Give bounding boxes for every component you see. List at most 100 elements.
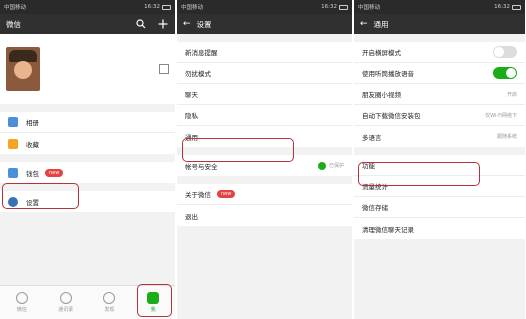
gear-icon bbox=[8, 196, 18, 207]
tab-chats[interactable]: 微信 bbox=[0, 286, 44, 319]
general-item-auto-download[interactable]: 自动下载微信安装包 仅Wi-Fi网络下 bbox=[354, 105, 525, 126]
settings-item-chat[interactable]: 聊天 bbox=[177, 84, 352, 105]
settings-item-account-security[interactable]: 帐号与安全 已保护 bbox=[177, 155, 352, 176]
general-item-data-usage[interactable]: 流量统计 bbox=[354, 176, 525, 197]
settings-item-logout[interactable]: 退出 bbox=[177, 205, 352, 226]
new-badge: new bbox=[45, 168, 64, 177]
general-item-clear-chat[interactable]: 清理微信聊天记录 bbox=[354, 218, 525, 239]
menu-item-label: 相册 bbox=[26, 119, 39, 127]
earpiece-toggle[interactable] bbox=[493, 67, 517, 79]
status-bar: 中国移动 16:32 bbox=[0, 0, 175, 14]
tab-discover[interactable]: 发现 bbox=[88, 286, 132, 319]
new-badge: new bbox=[217, 190, 236, 198]
menu-group-1: 相册 收藏 bbox=[0, 112, 175, 154]
menu-item-wallet[interactable]: 钱包 new bbox=[0, 162, 175, 183]
title-bar: ← 通用 bbox=[354, 14, 525, 34]
menu-item-label: 钱包 bbox=[26, 169, 39, 178]
search-icon[interactable] bbox=[135, 18, 147, 30]
carrier-label: 中国移动 bbox=[181, 5, 204, 11]
tab-label: 微信 bbox=[16, 307, 27, 313]
general-item-label: 自动下载微信安装包 bbox=[362, 112, 421, 120]
carrier-label: 中国移动 bbox=[4, 5, 27, 11]
menu-group-2: 钱包 new bbox=[0, 162, 175, 183]
settings-item-do-not-disturb[interactable]: 勿扰模式 bbox=[177, 63, 352, 84]
menu-item-label: 设置 bbox=[26, 198, 39, 207]
back-arrow-icon[interactable]: ← bbox=[360, 19, 368, 29]
menu-item-album[interactable]: 相册 bbox=[0, 112, 175, 133]
settings-item-notifications[interactable]: 新消息提醒 bbox=[177, 42, 352, 63]
contacts-icon bbox=[59, 292, 72, 304]
avatar bbox=[6, 47, 40, 91]
settings-item-label: 关于微信 bbox=[185, 191, 211, 199]
general-item-label: 使用听筒播放语音 bbox=[362, 70, 414, 78]
general-item-landscape[interactable]: 开启横屏模式 bbox=[354, 42, 525, 63]
menu-group-3: 设置 bbox=[0, 191, 175, 212]
settings-item-about[interactable]: 关于微信 new bbox=[177, 184, 352, 205]
tab-me[interactable]: 我 bbox=[131, 286, 175, 319]
general-item-language[interactable]: 多语言 跟随系统 bbox=[354, 126, 525, 147]
general-item-label: 朋友圈小视频 bbox=[362, 91, 401, 99]
qr-code-icon bbox=[159, 64, 169, 74]
album-icon bbox=[8, 117, 18, 127]
settings-item-general[interactable]: 通用 bbox=[177, 126, 352, 147]
plus-icon[interactable] bbox=[157, 18, 169, 30]
back-arrow-icon[interactable]: ← bbox=[183, 19, 191, 29]
menu-item-settings[interactable]: 设置 bbox=[0, 191, 175, 212]
person-icon bbox=[147, 292, 160, 304]
carrier-label: 中国移动 bbox=[358, 5, 381, 11]
settings-group-3: 关于微信 new 退出 bbox=[177, 184, 352, 226]
settings-item-label: 新消息提醒 bbox=[185, 49, 218, 57]
download-hint: 仅Wi-Fi网络下 bbox=[485, 112, 517, 119]
video-hint: 开启 bbox=[506, 91, 517, 98]
settings-item-label: 勿扰模式 bbox=[185, 70, 211, 78]
tab-label: 我 bbox=[150, 307, 156, 313]
settings-item-label: 退出 bbox=[185, 212, 198, 221]
status-bar: 中国移动 16:32 bbox=[177, 0, 352, 14]
page-title: 通用 bbox=[373, 19, 389, 29]
general-group-2: 功能 流量统计 微信存储 清理微信聊天记录 bbox=[354, 155, 525, 239]
time-label: 16:32 bbox=[144, 4, 160, 10]
battery-icon bbox=[339, 4, 348, 10]
bottom-tab-bar: 微信 通讯录 发现 我 bbox=[0, 285, 175, 319]
general-item-earpiece[interactable]: 使用听筒播放语音 bbox=[354, 63, 525, 84]
general-item-moments-video[interactable]: 朋友圈小视频 开启 bbox=[354, 84, 525, 105]
title-bar: ← 设置 bbox=[177, 14, 352, 34]
settings-group-2: 帐号与安全 已保护 bbox=[177, 155, 352, 176]
general-screen: 中国移动 16:32 ← 通用 开启横屏模式 使用听筒播放语音 朋友圈小视频 开… bbox=[354, 0, 526, 319]
general-item-label: 微信存储 bbox=[362, 204, 388, 212]
settings-group-1: 新消息提醒 勿扰模式 聊天 隐私 通用 bbox=[177, 42, 352, 147]
chat-icon bbox=[15, 292, 28, 304]
general-item-label: 多语言 bbox=[362, 133, 382, 142]
tab-label: 通讯录 bbox=[58, 307, 74, 313]
time-label: 16:32 bbox=[321, 4, 337, 10]
me-screen: 中国移动 16:32 微信 相册 收藏 钱包 new 设置 微信 通讯录 发现 … bbox=[0, 0, 176, 319]
settings-item-label: 通用 bbox=[185, 133, 198, 142]
settings-item-privacy[interactable]: 隐私 bbox=[177, 105, 352, 126]
general-item-storage[interactable]: 微信存储 bbox=[354, 197, 525, 218]
tab-label: 发现 bbox=[104, 307, 115, 313]
status-bar: 中国移动 16:32 bbox=[354, 0, 525, 14]
general-item-label: 功能 bbox=[362, 162, 375, 170]
profile-card[interactable] bbox=[0, 34, 175, 104]
tab-contacts[interactable]: 通讯录 bbox=[44, 286, 88, 319]
language-hint: 跟随系统 bbox=[496, 134, 517, 140]
battery-icon bbox=[162, 4, 171, 10]
wallet-icon bbox=[8, 167, 18, 178]
general-group: 开启横屏模式 使用听筒播放语音 朋友圈小视频 开启 自动下载微信安装包 仅Wi-… bbox=[354, 42, 525, 147]
menu-item-label: 收藏 bbox=[26, 140, 39, 149]
page-title: 微信 bbox=[6, 19, 21, 29]
settings-screen: 中国移动 16:32 ← 设置 新消息提醒 勿扰模式 聊天 隐私 通用 帐号与安… bbox=[177, 0, 353, 319]
shield-icon bbox=[317, 161, 326, 170]
time-label: 16:32 bbox=[494, 4, 510, 10]
battery-icon bbox=[512, 4, 521, 10]
settings-item-label: 隐私 bbox=[185, 112, 198, 120]
general-item-label: 开启横屏模式 bbox=[362, 49, 401, 57]
security-status: 已保护 bbox=[328, 163, 344, 169]
favorites-icon bbox=[8, 138, 18, 149]
landscape-toggle[interactable] bbox=[493, 46, 517, 58]
menu-item-favorites[interactable]: 收藏 bbox=[0, 133, 175, 154]
general-item-label: 清理微信聊天记录 bbox=[362, 225, 414, 234]
settings-item-label: 帐号与安全 bbox=[185, 162, 218, 171]
general-item-features[interactable]: 功能 bbox=[354, 155, 525, 176]
compass-icon bbox=[103, 292, 116, 304]
